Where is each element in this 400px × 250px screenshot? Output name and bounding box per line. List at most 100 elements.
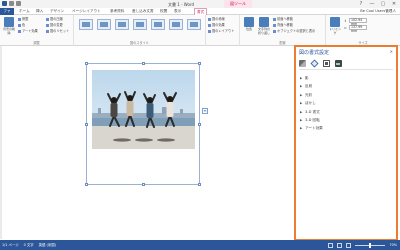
position-button[interactable]: 位置 — [242, 17, 256, 37]
picture-tools-header: 図ツール — [224, 0, 252, 8]
send-backward-icon — [273, 23, 276, 27]
picture-style-3[interactable] — [115, 19, 129, 30]
selection-pane-icon — [273, 29, 276, 33]
tab-file[interactable]: ファイル — [0, 8, 14, 20]
fill-line-icon[interactable] — [299, 60, 306, 67]
tab-format[interactable]: 書式 — [194, 8, 208, 15]
compress-pictures-button[interactable]: 図の圧縮 — [46, 17, 63, 22]
photo-graphic — [92, 70, 195, 149]
zoom-level[interactable]: 70% — [389, 240, 397, 250]
reset-picture-button[interactable]: 図のリセット — [46, 29, 69, 34]
section-3d-format[interactable]: ▶ 3-D 書式 — [300, 108, 323, 116]
selection-pane-button[interactable]: オブジェクトの選択と表示 — [273, 29, 315, 34]
artistic-effects-icon — [18, 29, 21, 33]
restore-button[interactable]: ▢ — [379, 0, 387, 8]
remove-background-label: 背景の削除 — [2, 27, 15, 35]
page-count[interactable]: 1/1 ページ — [2, 240, 19, 250]
layout-options-icon[interactable]: ≡ — [202, 108, 208, 114]
bring-forward-button[interactable]: 前面へ移動 — [273, 17, 293, 22]
arrange-group: 位置 文字列の折り返し 前面へ移動 背面へ移動 オブジェクトの選択と表示 配置 — [240, 15, 326, 46]
tab-home[interactable]: ホーム — [17, 8, 32, 15]
picture-layout-icon — [208, 29, 211, 33]
tab-references[interactable]: 参考資料 — [108, 8, 126, 15]
ribbon-tab-bar: ファイル ホーム 挿入 デザイン ページレイアウト 参考資料 差し込み文書 校閲… — [0, 8, 400, 20]
adjust-group-label: 調整 — [33, 41, 40, 45]
wrap-text-button[interactable]: 文字列の折り返し — [257, 17, 271, 37]
resize-handle-bottom-right[interactable] — [198, 183, 201, 186]
language-indicator[interactable]: 英語 (米国) — [39, 240, 56, 250]
selected-picture[interactable] — [85, 62, 201, 186]
section-reflection[interactable]: ▶ 反射 — [300, 82, 323, 90]
status-left: 1/1 ページ 0 文字 英語 (米国) — [2, 240, 56, 250]
vertical-ruler — [0, 46, 2, 239]
picture-style-4[interactable] — [133, 19, 147, 30]
pane-divider — [299, 69, 393, 70]
picture-options-group: 図の枠線 図の効果 図のレイアウト — [206, 15, 240, 46]
position-label: 位置 — [245, 27, 252, 31]
corrections-button[interactable]: 修整 — [18, 17, 28, 22]
section-3d-rotation[interactable]: ▶ 3-D 回転 — [300, 116, 323, 124]
read-mode-icon[interactable] — [328, 242, 334, 248]
close-button[interactable]: ✕ — [390, 0, 398, 8]
bring-forward-icon — [273, 17, 276, 21]
layout-properties-icon[interactable] — [323, 60, 330, 67]
undo-icon[interactable] — [9, 1, 14, 6]
resize-handle-top-right[interactable] — [198, 62, 201, 65]
resize-handle-top-left[interactable] — [85, 62, 88, 65]
web-layout-icon[interactable] — [346, 242, 352, 248]
save-icon[interactable] — [2, 1, 7, 6]
adjust-group: 背景の削除 修整 色 アート効果 図の圧縮 図の変更 図のリセット 調整 — [0, 15, 74, 46]
user-name[interactable]: Be Cool Users管理人 — [360, 8, 396, 15]
tab-mailings[interactable]: 差し込み文書 — [130, 8, 156, 15]
window-controls: ? — ▢ ✕ — [357, 0, 398, 8]
picture-effects-button[interactable]: 図の効果 — [208, 23, 225, 28]
ribbon: 背景の削除 修整 色 アート効果 図の圧縮 図の変更 図のリセット 調整 図のス… — [0, 15, 400, 46]
picture-border-button[interactable]: 図の枠線 — [208, 17, 225, 22]
effects-icon[interactable] — [310, 59, 319, 68]
section-glow[interactable]: ▶ 光彩 — [300, 91, 323, 99]
effects-section-list: ▶ 影 ▶ 反射 ▶ 光彩 ▶ ぼかし ▶ 3-D 書式 ▶ 3-D 回転 ▶ アート効果 — [300, 74, 323, 133]
picture-style-7[interactable] — [187, 19, 201, 30]
pane-close-button[interactable]: ✕ — [390, 49, 393, 54]
tab-page-layout[interactable]: ページレイアウト — [70, 8, 103, 15]
crop-button[interactable]: トリミング — [328, 17, 342, 37]
remove-background-button[interactable]: 背景の削除 — [2, 17, 16, 37]
zoom-slider[interactable] — [355, 242, 386, 248]
section-shadow[interactable]: ▶ 影 — [300, 74, 323, 82]
section-artistic-effects[interactable]: ▶ アート効果 — [300, 124, 323, 132]
pane-title: 図の書式設定 — [299, 50, 330, 56]
change-picture-button[interactable]: 図の変更 — [46, 23, 63, 28]
help-button[interactable]: ? — [357, 0, 365, 8]
word-count[interactable]: 0 文字 — [24, 240, 34, 250]
send-backward-button[interactable]: 背面へ移動 — [273, 23, 293, 28]
change-picture-icon — [46, 23, 49, 27]
resize-handle-right[interactable] — [198, 123, 201, 126]
picture-style-6[interactable] — [169, 19, 183, 30]
picture-style-5[interactable] — [151, 19, 165, 30]
wrap-text-label: 文字列の折り返し — [257, 27, 270, 35]
artistic-effects-button[interactable]: アート効果 — [18, 29, 38, 34]
tab-insert[interactable]: 挿入 — [34, 8, 45, 15]
reset-picture-icon — [46, 29, 49, 33]
tab-design[interactable]: デザイン — [48, 8, 66, 15]
height-icon: ⇕ — [344, 19, 347, 23]
minimize-button[interactable]: — — [368, 0, 376, 8]
position-icon — [244, 17, 254, 27]
resize-handle-bottom-left[interactable] — [85, 183, 88, 186]
compress-icon — [46, 17, 49, 21]
color-button[interactable]: 色 — [18, 23, 25, 28]
picture-icon[interactable] — [335, 60, 342, 67]
resize-handle-top[interactable] — [142, 62, 145, 65]
tab-review[interactable]: 校閲 — [158, 8, 169, 15]
resize-handle-left[interactable] — [85, 123, 88, 126]
section-soft-edges[interactable]: ▶ ぼかし — [300, 99, 323, 107]
picture-layout-button[interactable]: 図のレイアウト — [208, 29, 234, 34]
width-field[interactable]: 137.99 mm — [349, 25, 367, 32]
resize-handle-bottom[interactable] — [142, 183, 145, 186]
picture-style-2[interactable] — [97, 19, 111, 30]
redo-icon[interactable] — [16, 1, 21, 6]
picture-style-1[interactable] — [79, 19, 93, 30]
print-layout-icon[interactable] — [337, 242, 343, 248]
height-field[interactable]: 102.94 mm — [349, 18, 367, 25]
tab-view[interactable]: 表示 — [172, 8, 183, 15]
